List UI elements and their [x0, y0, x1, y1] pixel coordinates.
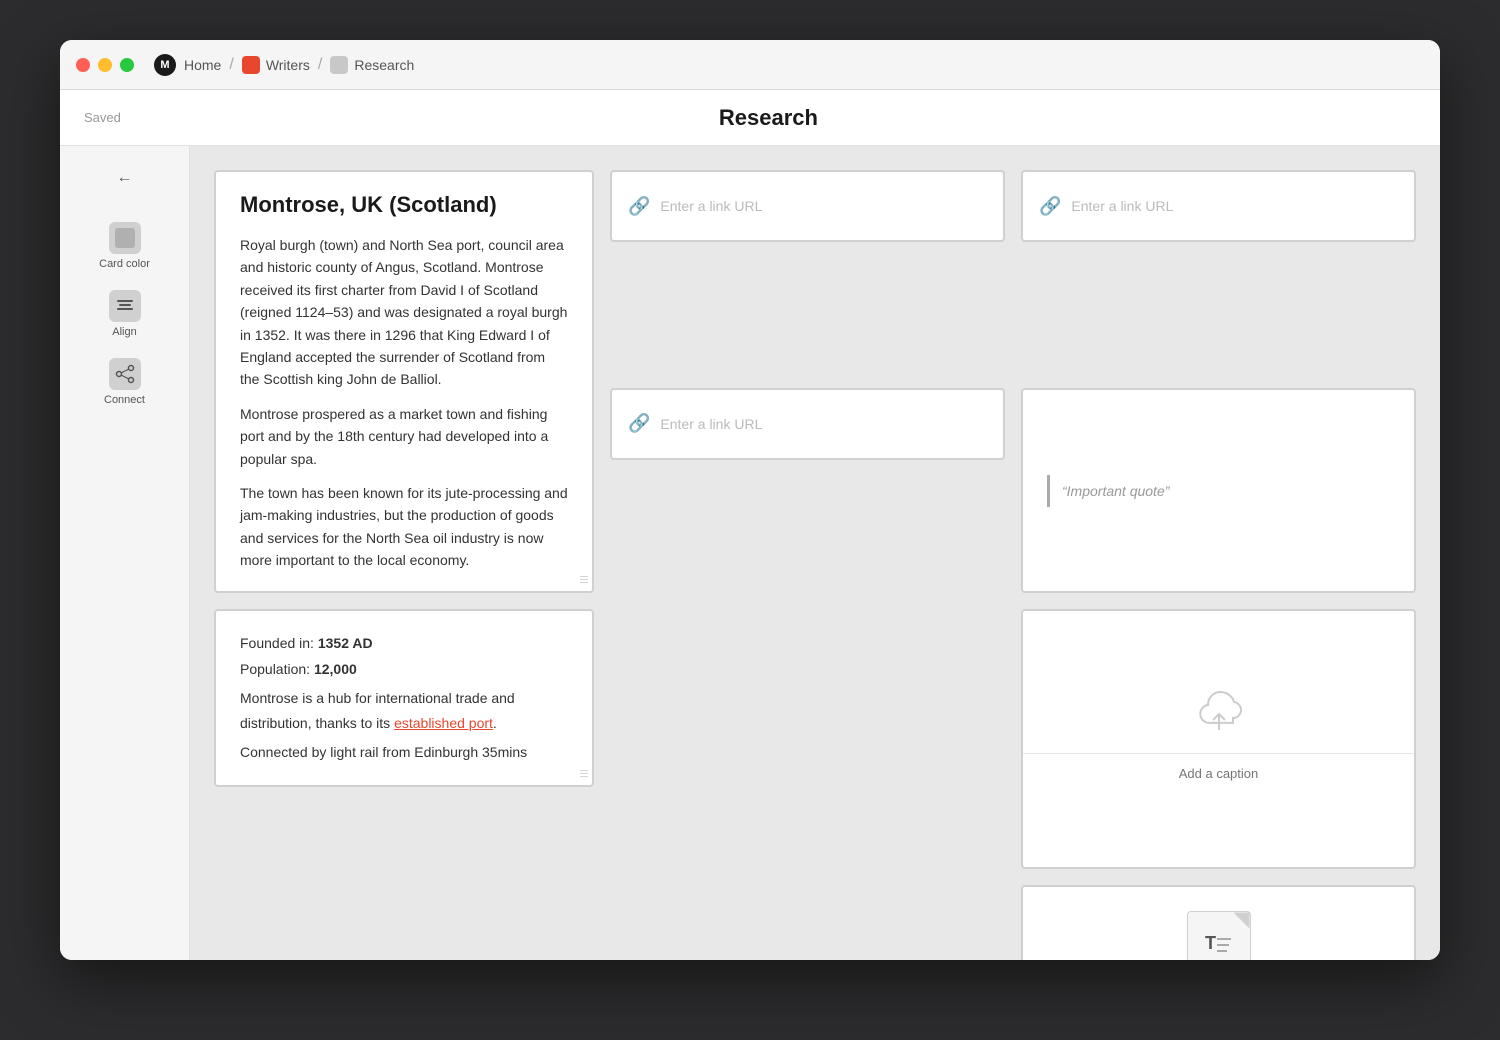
doc-icon-inner: T: [1203, 929, 1235, 957]
founded-label: Founded in:: [240, 635, 314, 651]
align-label: Align: [112, 326, 136, 338]
fullscreen-button[interactable]: [120, 58, 134, 72]
data-info-card[interactable]: Founded in: 1352 AD Population: 12,000 M…: [214, 609, 594, 787]
app-window: M Home / Writers / Research Saved Resear…: [60, 40, 1440, 960]
quote-bar: [1047, 475, 1050, 507]
quote-text: “Important quote”: [1062, 483, 1169, 499]
link-card-3[interactable]: 🔗 Enter a link URL: [1021, 170, 1416, 242]
upload-icon: [1189, 686, 1249, 741]
page-title: Research: [121, 105, 1416, 131]
population-row: Population: 12,000: [240, 657, 568, 682]
link-card-2[interactable]: 🔗 Enter a link URL: [610, 388, 1005, 460]
card-color-icon: [109, 222, 141, 254]
link-icon-3: 🔗: [1039, 196, 1061, 217]
main-content: ← Card color Align: [60, 146, 1440, 960]
align-tool[interactable]: Align: [80, 282, 170, 346]
link-card-1[interactable]: 🔗 Enter a link URL: [610, 170, 1005, 242]
home-label[interactable]: Home: [184, 57, 221, 73]
main-text-content: Montrose, UK (Scotland) Royal burgh (tow…: [216, 172, 592, 591]
doc-icon: T: [1187, 911, 1251, 960]
back-arrow-icon: ←: [117, 169, 133, 187]
saved-status: Saved: [84, 110, 121, 125]
breadcrumb-research[interactable]: Research: [330, 56, 414, 74]
founded-value: 1352 AD: [318, 635, 373, 651]
transport-text: Connected by light rail from Edinburgh 3…: [240, 744, 527, 760]
writers-icon: [242, 56, 260, 74]
caption-input[interactable]: [1023, 753, 1414, 793]
separator-1: /: [229, 56, 233, 74]
quote-card[interactable]: “Important quote”: [1021, 388, 1416, 594]
description-end: .: [493, 715, 497, 731]
card-color-label: Card color: [99, 258, 150, 270]
empty-space: [610, 609, 1005, 787]
canvas-area: Montrose, UK (Scotland) Royal burgh (tow…: [190, 146, 1440, 960]
link-icon-2: 🔗: [628, 413, 650, 434]
connect-tool[interactable]: Connect: [80, 350, 170, 414]
main-text-card[interactable]: Montrose, UK (Scotland) Royal burgh (tow…: [214, 170, 594, 593]
research-label: Research: [354, 57, 414, 73]
port-link[interactable]: established port: [394, 715, 493, 731]
paragraph-3: The town has been known for its jute-pro…: [240, 482, 568, 572]
breadcrumb: M Home / Writers / Research: [154, 54, 414, 76]
minimize-button[interactable]: [98, 58, 112, 72]
left-sidebar: ← Card color Align: [60, 146, 190, 960]
new-doc-card[interactable]: T New Document 0 words: [1021, 885, 1416, 960]
paragraph-2: Montrose prospered as a market town and …: [240, 403, 568, 470]
home-icon: M: [154, 54, 176, 76]
subheader: Saved Research: [60, 90, 1440, 146]
description-row: Montrose is a hub for international trad…: [240, 686, 568, 736]
population-value: 12,000: [314, 661, 357, 677]
transport-row: Connected by light rail from Edinburgh 3…: [240, 740, 568, 765]
writers-label: Writers: [266, 57, 310, 73]
resize-handle-data[interactable]: [576, 769, 588, 781]
data-info-content: Founded in: 1352 AD Population: 12,000 M…: [216, 611, 592, 785]
card-body: Royal burgh (town) and North Sea port, c…: [240, 234, 568, 571]
connect-label: Connect: [104, 394, 145, 406]
titlebar: M Home / Writers / Research: [60, 40, 1440, 90]
resize-handle[interactable]: [576, 575, 588, 587]
back-button[interactable]: ←: [105, 162, 145, 194]
link-placeholder-2: Enter a link URL: [660, 416, 762, 432]
link-placeholder-3: Enter a link URL: [1071, 198, 1173, 214]
svg-text:T: T: [1205, 933, 1216, 953]
paragraph-1: Royal burgh (town) and North Sea port, c…: [240, 234, 568, 391]
close-button[interactable]: [76, 58, 90, 72]
research-icon: [330, 56, 348, 74]
separator-2: /: [318, 56, 322, 74]
link-placeholder-1: Enter a link URL: [660, 198, 762, 214]
align-icon: [109, 290, 141, 322]
card-color-tool[interactable]: Card color: [80, 214, 170, 278]
breadcrumb-writers[interactable]: Writers: [242, 56, 310, 74]
upload-card[interactable]: [1021, 609, 1416, 869]
link-icon-1: 🔗: [628, 196, 650, 217]
connect-icon: [109, 358, 141, 390]
population-label: Population:: [240, 661, 310, 677]
traffic-lights: [76, 58, 134, 72]
card-title: Montrose, UK (Scotland): [240, 192, 568, 218]
founded-row: Founded in: 1352 AD: [240, 631, 568, 656]
